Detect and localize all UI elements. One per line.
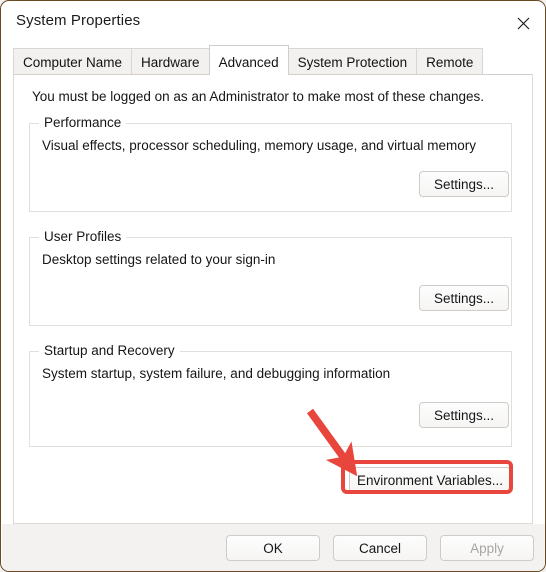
tab-computer-name[interactable]: Computer Name <box>13 48 133 75</box>
startup-recovery-settings-button[interactable]: Settings... <box>419 402 509 428</box>
cancel-button[interactable]: Cancel <box>333 535 427 561</box>
administrator-note: You must be logged on as an Administrato… <box>32 89 485 104</box>
performance-group-title: Performance <box>39 115 127 130</box>
startup-recovery-group: Startup and Recovery System startup, sys… <box>29 343 512 447</box>
close-button[interactable] <box>500 2 545 45</box>
startup-recovery-description: System startup, system failure, and debu… <box>42 366 391 381</box>
tab-label: Hardware <box>141 54 200 70</box>
user-profiles-settings-button[interactable]: Settings... <box>419 285 509 311</box>
performance-description: Visual effects, processor scheduling, me… <box>42 138 476 153</box>
tab-strip: Computer Name Hardware Advanced System P… <box>2 44 545 75</box>
title-bar: System Properties <box>2 2 545 45</box>
environment-variables-button[interactable]: Environment Variables... <box>349 467 511 493</box>
tab-label: Computer Name <box>23 54 123 70</box>
tab-label: Remote <box>426 54 474 70</box>
tab-label: System Protection <box>297 54 408 70</box>
apply-button[interactable]: Apply <box>440 535 534 561</box>
performance-group: Performance Visual effects, processor sc… <box>29 115 512 212</box>
tab-label: Advanced <box>218 54 279 70</box>
dialog-footer: OK Cancel Apply <box>2 524 545 571</box>
close-icon <box>517 17 530 30</box>
startup-recovery-group-title: Startup and Recovery <box>39 343 180 358</box>
system-properties-window: System Properties Computer Name Hardware <box>0 0 546 572</box>
window-frame: System Properties Computer Name Hardware <box>0 0 546 572</box>
user-profiles-group: User Profiles Desktop settings related t… <box>29 229 512 326</box>
advanced-tab-panel: You must be logged on as an Administrato… <box>13 74 533 524</box>
user-profiles-description: Desktop settings related to your sign-in <box>42 252 276 267</box>
user-profiles-group-title: User Profiles <box>39 229 127 244</box>
ok-button[interactable]: OK <box>226 535 320 561</box>
tab-system-protection[interactable]: System Protection <box>287 48 418 75</box>
tab-remote[interactable]: Remote <box>416 48 484 75</box>
performance-settings-button[interactable]: Settings... <box>419 171 509 197</box>
window-title: System Properties <box>16 12 141 29</box>
tab-advanced[interactable]: Advanced <box>208 45 289 75</box>
tab-hardware[interactable]: Hardware <box>131 48 210 75</box>
